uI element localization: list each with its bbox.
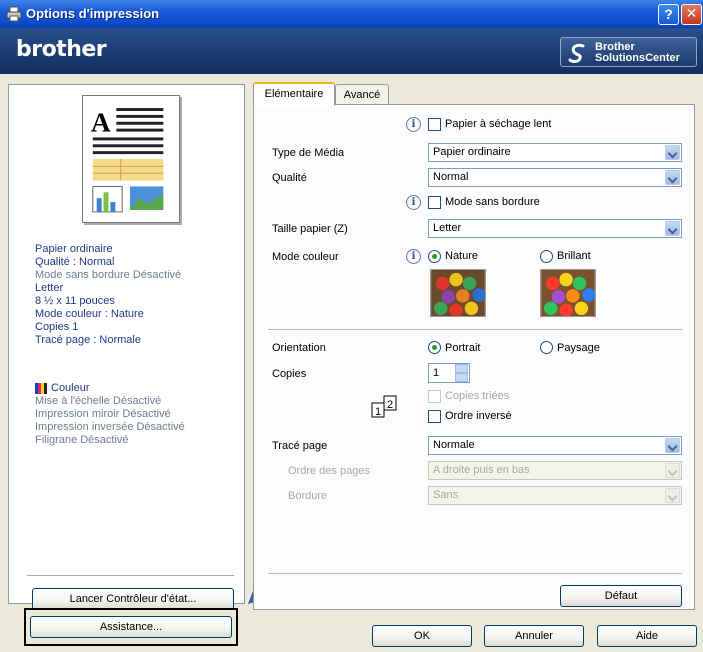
color-brillant-label: Brillant [557, 250, 591, 262]
svg-text:A: A [91, 108, 111, 138]
page-order-value: A droite puis en bas [433, 464, 530, 476]
svg-text:1: 1 [375, 406, 381, 418]
assistance-button[interactable]: Assistance... [30, 616, 232, 638]
borderless-label: Mode sans bordure [445, 196, 540, 208]
summary-reverse-print: Impression inversée Désactivé [35, 421, 185, 433]
quality-value: Normal [433, 171, 469, 183]
slow-dry-checkbox[interactable] [428, 118, 441, 131]
landscape-label: Paysage [557, 342, 600, 354]
tab-avance[interactable]: Avancé [335, 84, 389, 106]
summary-mirror: Impression miroir Désactivé [35, 408, 171, 420]
quality-label: Qualité [272, 172, 307, 184]
brillant-preview-image [540, 269, 596, 317]
reverse-order-label: Ordre inversé [445, 410, 512, 422]
page-layout-value: Normale [433, 439, 475, 451]
border-select[interactable]: Sans [428, 486, 682, 505]
tab-container: Elémentaire Avancé i Papier à séchage le… [253, 82, 695, 620]
stepper-up-icon[interactable] [455, 364, 468, 373]
slow-dry-label: Papier à séchage lent [445, 118, 552, 130]
color-brillant-radio[interactable] [540, 250, 553, 263]
border-value: Sans [433, 489, 459, 501]
info-icon[interactable]: i [406, 195, 421, 210]
ok-button[interactable]: OK [372, 625, 472, 647]
chevron-down-icon [665, 145, 680, 160]
chevron-down-icon [665, 488, 680, 503]
tab-page-elementaire: i Papier à séchage lent Type de Média Pa… [253, 104, 695, 610]
title-bar[interactable]: Options d'impression ? ✕ [0, 0, 703, 28]
summary-paper-dimensions: 8 ½ x 11 pouces [35, 295, 115, 307]
copies-stepper[interactable]: 1 [428, 363, 470, 383]
media-type-select[interactable]: Papier ordinaire [428, 143, 682, 162]
nature-preview-image [430, 269, 486, 317]
info-icon[interactable]: i [406, 249, 421, 264]
cancel-button[interactable]: Annuler [484, 625, 584, 647]
chevron-down-icon [665, 221, 680, 236]
brother-logo: brother [16, 37, 107, 62]
reverse-order-checkbox[interactable] [428, 410, 441, 423]
page-layout-label: Tracé page [272, 440, 328, 452]
collate-checkbox[interactable] [428, 390, 441, 403]
paper-size-select[interactable]: Letter [428, 219, 682, 238]
window-title: Options d'impression [26, 6, 160, 21]
page-layout-select[interactable]: Normale [428, 436, 682, 455]
help-button[interactable]: Aide [597, 625, 697, 647]
copies-label: Copies [272, 368, 307, 380]
chevron-down-icon [665, 170, 680, 185]
paper-size-label: Taille papier (Z) [272, 223, 348, 235]
color-nature-label: Nature [445, 250, 479, 262]
summary-copies: Copies 1 [35, 321, 79, 333]
solutions-center-button[interactable]: Brother SolutionsCenter [560, 37, 697, 67]
summary-watermark: Filigrane Désactivé [35, 434, 129, 446]
copies-value: 1 [433, 367, 440, 379]
summary-color-mode: Mode couleur : Nature [35, 308, 144, 320]
orientation-label: Orientation [272, 342, 326, 354]
collate-label: Copies triées [445, 390, 510, 402]
quality-select[interactable]: Normal [428, 168, 682, 187]
media-type-value: Papier ordinaire [433, 146, 511, 158]
default-button[interactable]: Défaut [560, 585, 682, 607]
printer-icon [6, 6, 22, 22]
color-mode-label: Mode couleur [272, 251, 339, 263]
page-order-select[interactable]: A droite puis en bas [428, 461, 682, 480]
page-order-label: Ordre des pages [288, 465, 370, 477]
summary-quality: Qualité : Normal [35, 256, 115, 268]
brand-bar: brother Brother SolutionsCenter [0, 28, 703, 74]
chevron-down-icon [665, 463, 680, 478]
title-help-button[interactable]: ? [658, 4, 679, 25]
chevron-down-icon [665, 438, 680, 453]
media-type-label: Type de Média [272, 147, 345, 159]
borderless-checkbox[interactable] [428, 196, 441, 209]
summary-paper: Letter [35, 282, 64, 294]
portrait-radio[interactable] [428, 341, 441, 354]
summary-color: Couleur [51, 382, 90, 394]
settings-summary-panel: A Papier ordinaire Qualité : Normal Mode… [8, 84, 245, 604]
close-button[interactable]: ✕ [681, 4, 702, 25]
divider [268, 573, 682, 574]
svg-text:2: 2 [387, 399, 393, 411]
border-label: Bordure [288, 490, 328, 502]
tab-elementaire[interactable]: Elémentaire [253, 82, 335, 106]
summary-media: Papier ordinaire [35, 243, 113, 255]
divider [268, 329, 682, 330]
solutions-center-icon [568, 43, 585, 63]
paper-size-value: Letter [433, 222, 462, 234]
summary-borderless: Mode sans bordure Désactivé [35, 269, 182, 281]
stepper-down-icon[interactable] [455, 373, 468, 382]
portrait-label: Portrait [445, 342, 481, 354]
status-monitor-button[interactable]: Lancer Contrôleur d'état... [32, 588, 234, 610]
divider [27, 575, 234, 576]
collate-icon: 1 2 [371, 395, 397, 418]
summary-page-layout: Tracé page : Normale [35, 334, 141, 346]
solutions-center-line2: SolutionsCenter [595, 52, 680, 64]
color-icon [35, 383, 47, 394]
info-icon[interactable]: i [406, 117, 421, 132]
summary-scaling: Mise à l'échelle Désactivé [35, 395, 162, 407]
color-nature-radio[interactable] [428, 250, 441, 263]
print-options-window: Options d'impression ? ✕ brother Brother… [0, 0, 703, 652]
landscape-radio[interactable] [540, 341, 553, 354]
page-preview-image: A [82, 95, 180, 223]
